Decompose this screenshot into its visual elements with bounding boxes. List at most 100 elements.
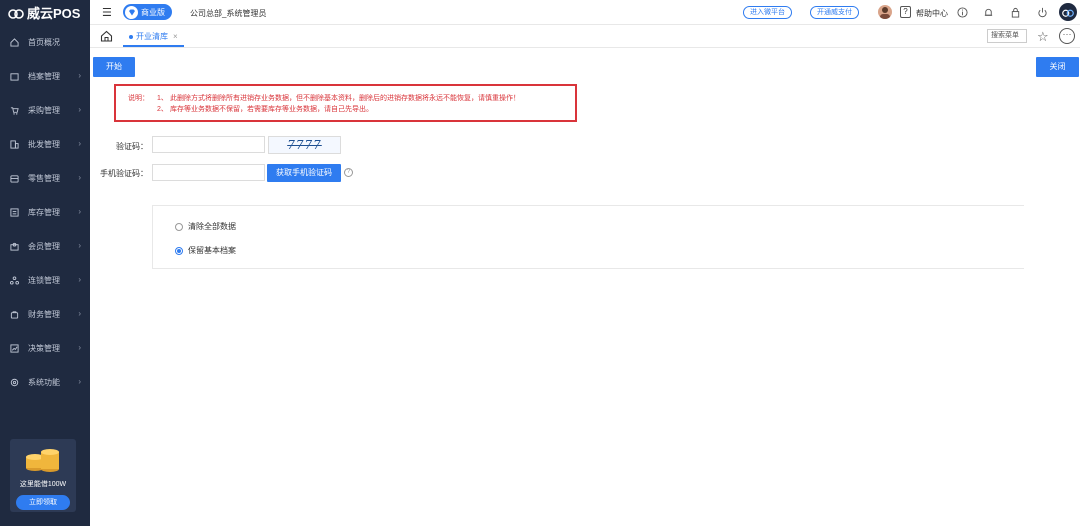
clear-options: 清除全部数据 保留基本档案 [152,205,1024,269]
diamond-icon [125,5,138,19]
bell-icon[interactable] [982,6,994,18]
chevron-right-icon: › [78,241,81,250]
sidebar-item-home[interactable]: 首页概况 [0,25,90,59]
menu-collapse-icon[interactable]: ☰ [102,6,112,19]
sidebar: 威云POS 首页概况 档案管理 › 采购管理 › 批发管理 › 零售管理 › 库… [0,0,90,526]
chevron-right-icon: › [78,309,81,318]
sms-code-label: 手机验证码： [100,169,148,178]
chevron-right-icon: › [78,139,81,148]
help-center-icon[interactable]: ? [900,6,911,18]
start-button[interactable]: 开始 [93,57,135,77]
option-clear-all[interactable]: 清除全部数据 [175,221,236,232]
sidebar-nav: 首页概况 档案管理 › 采购管理 › 批发管理 › 零售管理 › 库存管理 › … [0,25,90,399]
sidebar-item-label: 档案管理 [28,71,60,81]
user-photo-avatar[interactable] [878,5,892,19]
building-icon [9,139,19,149]
sidebar-item-label: 决策管理 [28,343,60,353]
chevron-right-icon: › [78,105,81,114]
sidebar-item-label: 首页概况 [28,37,60,47]
sidebar-item-chain[interactable]: 连锁管理 › [0,263,90,297]
power-icon[interactable] [1036,6,1048,18]
option-keep-basic[interactable]: 保留基本档案 [175,245,236,256]
tab-label: 开业清库 [136,32,168,41]
chart-icon [9,343,19,353]
org-user-label: 公司总部_系统管理员 [190,9,267,18]
sidebar-item-decision[interactable]: 决策管理 › [0,331,90,365]
cloud-logo-icon [8,8,24,19]
open-wepay-link[interactable]: 开通威支付 [810,6,859,19]
notice-text: 此删除方式将删除所有进销存业务数据，但不删除基本资料，删除后的进销存数据将永远不… [170,95,520,102]
warehouse-icon [9,207,19,217]
sidebar-item-wholesale[interactable]: 批发管理 › [0,127,90,161]
notice-number: 1、 [157,95,168,102]
store-icon [9,173,19,183]
chain-icon [9,275,19,285]
more-icon[interactable]: ··· [1059,28,1075,44]
coin-stack-icon [23,447,63,473]
close-button[interactable]: 关闭 [1036,57,1079,77]
sidebar-item-label: 系统功能 [28,377,60,387]
lock-icon[interactable] [1009,6,1021,18]
chevron-right-icon: › [78,173,81,182]
member-icon [9,241,19,251]
search-menu-input[interactable]: 搜索菜单 [987,29,1027,43]
notice-line: 说明： 1、 此删除方式将删除所有进销存业务数据，但不删除基本资料，删除后的进销… [128,93,575,104]
option-label: 保留基本档案 [188,246,236,255]
tab-bar: 开业清库 × 搜索菜单 ☆ ··· [90,25,1080,48]
captcha-text: 7777 [287,138,322,152]
radio-checked[interactable] [175,246,183,255]
sidebar-item-label: 零售管理 [28,173,60,183]
edition-label: 商业版 [141,7,165,17]
captcha-input[interactable] [152,136,265,153]
chevron-right-icon: › [78,343,81,352]
finance-icon [9,309,19,319]
sidebar-item-label: 财务管理 [28,309,60,319]
notice-indent [128,104,157,115]
promo-text: 这里能借100W [19,481,67,488]
captcha-image[interactable]: 7777 [268,136,341,154]
captcha-label: 验证码： [116,142,148,151]
settings-icon [9,377,19,387]
sidebar-item-purchase[interactable]: 采购管理 › [0,93,90,127]
notice-number: 2、 [157,106,168,113]
app-logo[interactable]: 威云POS [0,0,90,25]
sidebar-item-label: 连锁管理 [28,275,60,285]
sms-code-input[interactable] [152,164,265,181]
chevron-right-icon: › [78,71,81,80]
sidebar-item-archive[interactable]: 档案管理 › [0,59,90,93]
help-center-link[interactable]: 帮助中心 [916,8,948,19]
notice-text: 库存等业务数据不保留，若需要库存等业务数据，请自己先导出。 [170,106,373,113]
sidebar-item-inventory[interactable]: 库存管理 › [0,195,90,229]
active-dot-icon [129,34,133,39]
chevron-right-icon: › [78,275,81,284]
sidebar-item-member[interactable]: 会员管理 › [0,229,90,263]
sidebar-item-retail[interactable]: 零售管理 › [0,161,90,195]
home-tab-icon[interactable] [100,30,114,43]
sidebar-item-system[interactable]: 系统功能 › [0,365,90,399]
logo-text: 威云POS [27,6,81,21]
chevron-right-icon: › [78,377,81,386]
radio-unchecked[interactable] [175,222,183,231]
sidebar-item-label: 批发管理 [28,139,60,149]
sidebar-item-finance[interactable]: 财务管理 › [0,297,90,331]
micro-platform-link[interactable]: 进入微平台 [743,6,792,19]
tab-opening-clear[interactable]: 开业清库 × [123,28,184,47]
sidebar-item-label: 采购管理 [28,105,60,115]
promo-claim-button[interactable]: 立即领取 [16,495,70,510]
home-icon [9,37,19,47]
chevron-right-icon: › [78,207,81,216]
star-icon[interactable]: ☆ [1037,29,1049,45]
info-icon[interactable] [956,6,968,18]
get-sms-code-button[interactable]: 获取手机验证码 [267,164,341,182]
edition-badge[interactable]: 商业版 [123,4,172,20]
close-tab-icon[interactable]: × [173,32,178,41]
folder-icon [9,71,19,81]
cart-icon [9,105,19,115]
notice-line: 2、 库存等业务数据不保留，若需要库存等业务数据，请自己先导出。 [128,104,575,115]
option-label: 清除全部数据 [188,222,236,231]
question-icon[interactable]: ? [344,168,353,177]
notice-label: 说明： [128,95,149,102]
account-avatar-icon[interactable] [1059,3,1077,21]
promo-card: 这里能借100W 立即领取 [10,439,76,512]
sidebar-item-label: 会员管理 [28,241,60,251]
